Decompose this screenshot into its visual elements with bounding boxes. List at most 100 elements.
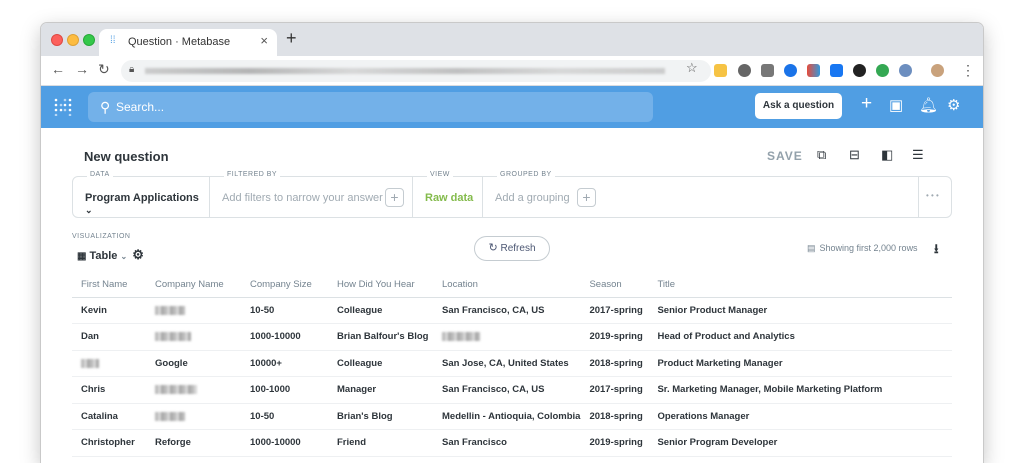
menu-kebab-icon[interactable]: ⋮ [961, 62, 975, 79]
table-cell[interactable]: Manager [328, 376, 433, 404]
forward-arrow-icon[interactable]: → [75, 61, 89, 77]
new-tab-button[interactable]: + [286, 28, 297, 49]
tab-close-icon[interactable]: × [260, 33, 268, 48]
close-window-button[interactable] [51, 34, 63, 46]
minimize-window-button[interactable] [67, 34, 79, 46]
gear-icon[interactable]: ⚙ [947, 96, 960, 114]
table-cell[interactable]: Reforge [146, 429, 241, 457]
extension-icon[interactable] [714, 64, 727, 77]
metabase-logo-icon[interactable] [54, 98, 72, 116]
data-section[interactable]: DATA Program Applications ⌄ [73, 171, 210, 217]
table-cell[interactable]: Colleague [328, 297, 433, 324]
group-section[interactable]: GROUPED BY Add a grouping + [483, 171, 919, 217]
table-cell[interactable]: Head of Product and Analytics [648, 323, 952, 351]
save-button[interactable]: SAVE [767, 149, 803, 163]
table-cell[interactable]: Colleague [328, 350, 433, 377]
extension-icon[interactable] [899, 64, 912, 77]
table-cell[interactable]: Sr. Marketing Manager, Mobile Marketing … [648, 376, 952, 404]
column-header[interactable]: Company Size [241, 273, 328, 298]
table-cell[interactable]: San Francisco [433, 429, 581, 457]
extension-icon[interactable] [807, 64, 820, 77]
table-cell[interactable]: Christopher [72, 429, 146, 457]
view-select[interactable]: Raw data [425, 192, 473, 204]
column-header[interactable]: How Did You Hear [328, 273, 433, 298]
shield-extension-icon[interactable] [761, 64, 774, 77]
search-bar[interactable]: ⚲ [88, 92, 653, 122]
table-cell[interactable]: 10-50 [241, 403, 328, 430]
table-cell[interactable]: Medellin - Antioquia, Colombia [433, 403, 581, 430]
table-cell[interactable]: 2017-spring [580, 376, 649, 404]
table-cell[interactable]: Brian Balfour's Blog [328, 323, 433, 351]
add-filter-button[interactable]: + [385, 188, 404, 207]
bookmark-star-icon[interactable]: ☆ [686, 60, 698, 76]
filter-section[interactable]: FILTERED BY Add filters to narrow your a… [210, 171, 413, 217]
table-cell[interactable]: 10-50 [241, 297, 328, 324]
table-cell[interactable]: 100-1000 [241, 376, 328, 404]
column-header[interactable]: Location [433, 273, 581, 298]
column-header[interactable]: Company Name [146, 273, 241, 298]
download-icon[interactable]: ⭳ [934, 240, 939, 262]
table-cell[interactable]: 2019-spring [580, 323, 649, 351]
table-cell[interactable] [433, 323, 581, 351]
view-section[interactable]: VIEW Raw data [413, 171, 483, 217]
menu-icon[interactable]: ☰ [912, 147, 926, 162]
table-cell[interactable] [146, 297, 241, 324]
group-placeholder[interactable]: Add a grouping [495, 192, 570, 204]
table-cell[interactable]: Kevin [72, 297, 146, 324]
more-options-button[interactable]: • • • [926, 191, 939, 200]
data-source-select[interactable]: Program Applications ⌄ [85, 192, 209, 216]
url-field[interactable]: 🔒︎ [121, 60, 711, 82]
table-cell[interactable]: San Jose, CA, United States [433, 350, 581, 377]
table-cell[interactable]: Senior Product Manager [648, 297, 952, 324]
table-cell[interactable]: Brian's Blog [328, 403, 433, 430]
filter-placeholder[interactable]: Add filters to narrow your answer [222, 192, 383, 204]
visualization-select[interactable]: ▦ Table ⌄ ⚙ [77, 247, 144, 263]
table-cell[interactable] [146, 376, 241, 404]
table-cell[interactable] [146, 323, 241, 351]
refresh-button[interactable]: ↻ Refresh [474, 236, 550, 261]
extension-icon[interactable] [830, 64, 843, 77]
table-cell[interactable]: San Francisco, CA, US [433, 297, 581, 324]
extension-icon[interactable] [784, 64, 797, 77]
sql-editor-icon[interactable]: ◧ [881, 147, 895, 162]
reload-icon[interactable]: ↻ [98, 61, 110, 78]
table-cell[interactable]: Senior Program Developer [648, 429, 952, 457]
table-cell[interactable] [146, 403, 241, 430]
add-to-dashboard-icon[interactable]: ⧉ [817, 147, 831, 162]
table-cell[interactable]: 1000-10000 [241, 323, 328, 351]
extension-icon[interactable] [853, 64, 866, 77]
table-cell[interactable]: 1000-10000 [241, 429, 328, 457]
table-cell[interactable]: 10000+ [241, 350, 328, 377]
column-header[interactable]: Season [580, 273, 649, 298]
browser-tab[interactable]: ⁞⁞ Question · Metabase × [99, 29, 277, 56]
column-header[interactable]: First Name [72, 273, 146, 298]
table-cell[interactable]: Product Marketing Manager [648, 350, 952, 377]
extension-icon[interactable] [876, 64, 889, 77]
table-cell[interactable]: Friend [328, 429, 433, 457]
dashboards-icon[interactable]: ▣ [889, 96, 903, 114]
table-cell[interactable]: 2019-spring [580, 429, 649, 457]
table-cell[interactable]: San Francisco, CA, US [433, 376, 581, 404]
add-grouping-button[interactable]: + [577, 188, 596, 207]
bell-icon[interactable]: 🔔︎ [919, 96, 938, 114]
table-cell[interactable]: Chris [72, 376, 146, 404]
table-cell[interactable]: Catalina [72, 403, 146, 430]
notebook-icon[interactable]: ⊟ [849, 147, 863, 162]
table-cell[interactable]: 2018-spring [580, 403, 649, 430]
plus-icon[interactable]: + [861, 93, 872, 115]
back-arrow-icon[interactable]: ← [51, 61, 65, 77]
profile-avatar-icon[interactable] [931, 64, 944, 77]
table-cell[interactable]: Google [146, 350, 241, 377]
table-cell[interactable]: 2018-spring [580, 350, 649, 377]
table-cell[interactable]: Operations Manager [648, 403, 952, 430]
extension-icon[interactable] [738, 64, 751, 77]
row-count-text: Showing first 2,000 rows [819, 243, 918, 253]
table-cell[interactable]: 2017-spring [580, 297, 649, 324]
gear-icon[interactable]: ⚙ [132, 247, 144, 262]
ask-question-button[interactable]: Ask a question [755, 93, 842, 119]
maximize-window-button[interactable] [83, 34, 95, 46]
column-header[interactable]: Title [648, 273, 952, 298]
table-cell[interactable] [72, 350, 146, 377]
table-cell[interactable]: Dan [72, 323, 146, 351]
search-input[interactable] [116, 92, 636, 122]
